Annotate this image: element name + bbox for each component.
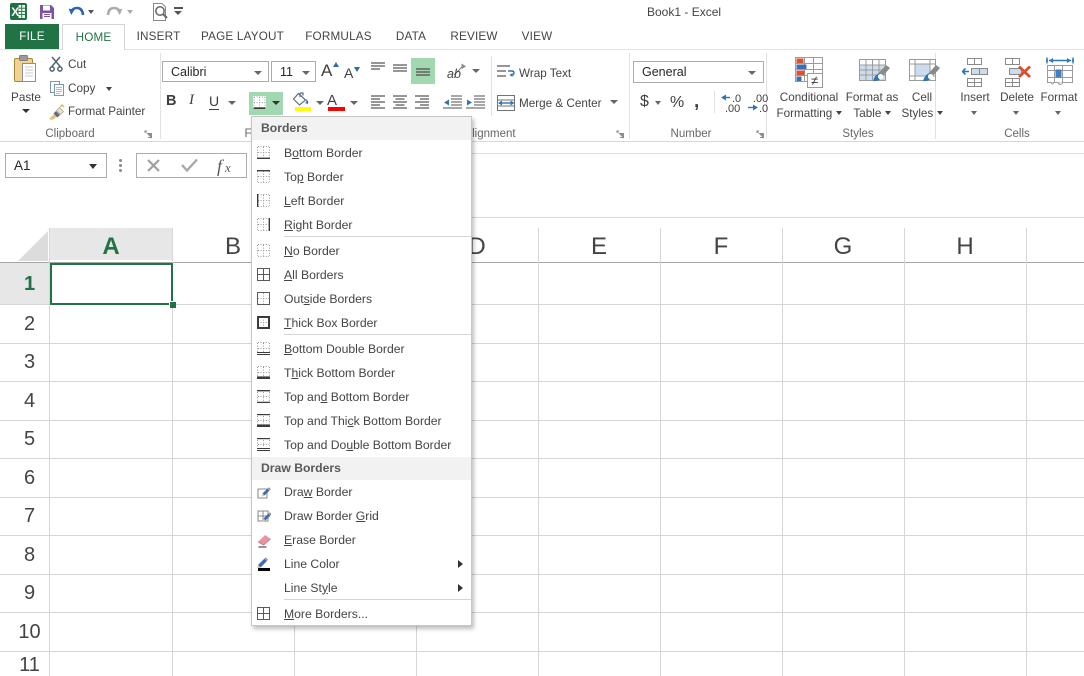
svg-text:x: x (224, 160, 231, 175)
svg-text:f: f (217, 156, 225, 176)
svg-text:≠: ≠ (811, 73, 818, 88)
svg-text:X: X (11, 5, 19, 19)
svg-text:ab: ab (447, 67, 461, 81)
svg-text:.00: .00 (725, 103, 740, 113)
svg-text:.0: .0 (759, 103, 768, 113)
